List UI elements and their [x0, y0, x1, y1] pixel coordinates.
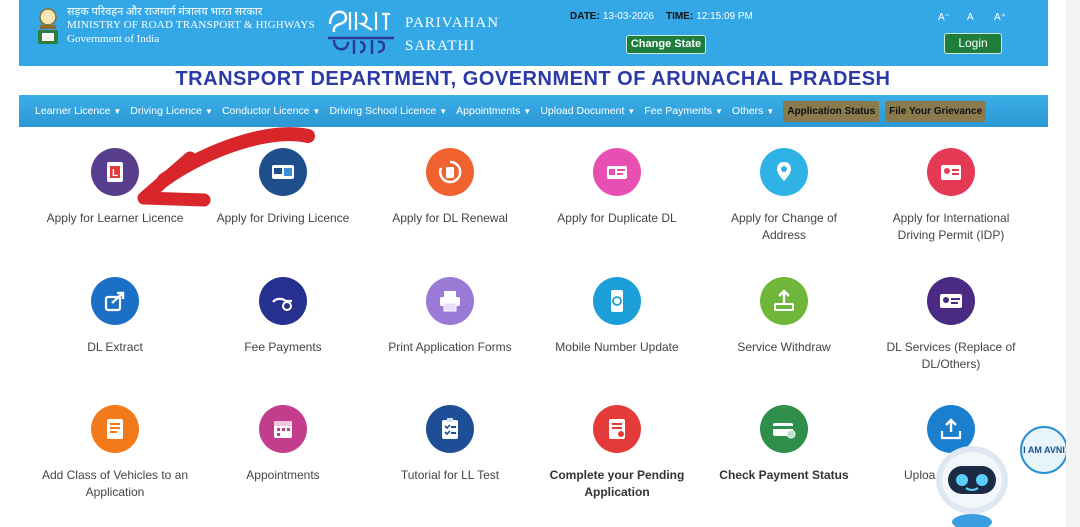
pending-application-icon: [593, 405, 641, 453]
tile-label: Appointments: [246, 468, 320, 482]
chatbot-avatar-icon[interactable]: [932, 428, 1012, 527]
fee-payments-icon: [259, 277, 307, 325]
change-state-button[interactable]: Change State: [626, 35, 706, 54]
tile-label: Service Withdraw: [737, 340, 831, 354]
scrollbar[interactable]: [1066, 0, 1080, 527]
nav-label: Conductor Licence: [221, 105, 310, 117]
page-title: TRANSPORT DEPARTMENT, GOVERNMENT OF ARUN…: [175, 68, 891, 90]
dl-renewal-icon: [426, 148, 474, 196]
nav-label: Driving School Licence: [329, 105, 437, 117]
file-grievance-button[interactable]: File Your Grievance: [885, 100, 987, 122]
page: सड़क परिवहन और राजमार्ग मंत्रालय भारत सर…: [0, 0, 1080, 527]
caret-down-icon: ▼: [439, 107, 448, 116]
tile-label: Complete your Pending Application: [549, 468, 685, 499]
nav-learner-licence[interactable]: Learner Licence ▼: [35, 105, 121, 117]
ministry-block: सड़क परिवहन और राजमार्ग मंत्रालय भारत सर…: [67, 6, 315, 46]
nav-label: Driving Licence: [130, 105, 203, 117]
tile-mobile-update[interactable]: Mobile Number Update: [542, 277, 692, 356]
brand-text: PARIVAHAN SARATHI: [405, 12, 499, 58]
caret-down-icon: ▼: [766, 107, 775, 116]
caret-down-icon: ▼: [627, 107, 636, 116]
nav-appointments[interactable]: Appointments ▼: [456, 105, 531, 117]
annotation-arrow-icon: [137, 127, 315, 207]
caret-down-icon: ▼: [312, 107, 321, 116]
caret-down-icon: ▼: [714, 107, 723, 116]
tile-label: Apply for Change of Address: [730, 211, 838, 242]
nav-others[interactable]: Others ▼: [732, 105, 774, 117]
time-value: 12:15:09 PM: [696, 11, 753, 22]
tile-label: DL Extract: [87, 340, 143, 354]
print-icon: [426, 277, 474, 325]
government-of-india: Government of India: [67, 33, 160, 45]
site-header: सड़क परिवहन और राजमार्ग मंत्रालय भारत सर…: [19, 0, 1048, 66]
tile-fee-payments[interactable]: Fee Payments: [208, 277, 358, 356]
date-value: 13-03-2026: [602, 11, 654, 22]
tile-pending-application[interactable]: Complete your Pending Application: [542, 405, 692, 501]
nav-conductor-licence[interactable]: Conductor Licence ▼: [222, 105, 320, 117]
duplicate-dl-icon: [593, 148, 641, 196]
caret-down-icon: ▼: [523, 107, 532, 116]
time-label: TIME:: [665, 11, 694, 22]
tile-label: Apply for Duplicate DL: [557, 211, 677, 225]
tile-duplicate-dl[interactable]: Apply for Duplicate DL: [542, 148, 692, 227]
font-increase-button[interactable]: A⁺: [994, 12, 1006, 23]
tile-label: Fee Payments: [244, 340, 322, 354]
font-decrease-button[interactable]: A⁻: [938, 12, 950, 23]
tutorial-icon: [426, 405, 474, 453]
chatbot-bubble[interactable]: I AM AVNI: [1020, 426, 1068, 474]
login-button[interactable]: Login: [944, 33, 1002, 54]
tile-dl-renewal[interactable]: Apply for DL Renewal: [375, 148, 525, 227]
font-normal-button[interactable]: A: [967, 12, 974, 23]
tile-label: Apply for DL Renewal: [392, 211, 508, 225]
date-time: DATE: 13-03-2026 TIME: 12:15:09 PM: [570, 11, 765, 22]
mobile-update-icon: [593, 277, 641, 325]
caret-down-icon: ▼: [205, 107, 213, 116]
dl-services-icon: [927, 277, 975, 325]
add-class-icon: [91, 405, 139, 453]
nav-label: Upload Document: [540, 105, 625, 117]
sarathi-logo-icon[interactable]: [324, 2, 400, 56]
caret-down-icon: ▼: [113, 107, 122, 116]
service-withdraw-icon: [760, 277, 808, 325]
idp-icon: [927, 148, 975, 196]
tile-label: Print Application Forms: [388, 340, 512, 354]
brand-line-1: PARIVAHAN: [405, 15, 500, 31]
nav-label: Fee Payments: [644, 105, 712, 117]
nav-driving-school-licence[interactable]: Driving School Licence ▼: [329, 105, 447, 117]
brand-line-2: SARATHI: [405, 38, 476, 54]
tile-label: Tutorial for LL Test: [400, 468, 500, 482]
tile-dl-extract[interactable]: DL Extract: [40, 277, 190, 356]
tile-label: Mobile Number Update: [555, 340, 679, 354]
dl-extract-icon: [91, 277, 139, 325]
application-status-button[interactable]: Application Status: [783, 100, 880, 122]
tile-print-forms[interactable]: Print Application Forms: [375, 277, 525, 356]
tile-label: Apply for International Driving Permit (…: [892, 211, 1010, 242]
date-label: DATE:: [570, 11, 600, 22]
change-address-icon: [760, 148, 808, 196]
nav-label: Others: [731, 105, 764, 117]
national-emblem-icon: [38, 8, 58, 44]
tile-add-class[interactable]: Add Class of Vehicles to an Application: [40, 405, 190, 501]
tile-appointments[interactable]: Appointments: [208, 405, 358, 484]
tile-label: Check Payment Status: [719, 468, 849, 482]
nav-label: Learner Licence: [35, 105, 111, 117]
nav-upload-document[interactable]: Upload Document ▼: [540, 105, 635, 117]
nav-driving-licence[interactable]: Driving Licence ▼: [130, 105, 213, 117]
tile-service-withdraw[interactable]: Service Withdraw: [709, 277, 859, 356]
tile-change-address[interactable]: Apply for Change of Address: [709, 148, 859, 244]
svg-text:L: L: [112, 168, 118, 179]
appointments-icon: [259, 405, 307, 453]
tile-label: DL Services (Replace of DL/Others): [886, 340, 1016, 371]
tile-idp[interactable]: Apply for International Driving Permit (…: [876, 148, 1026, 244]
tile-payment-status[interactable]: Check Payment Status: [709, 405, 859, 484]
tile-label: Add Class of Vehicles to an Application: [41, 468, 189, 499]
payment-status-icon: [760, 405, 808, 453]
ministry-hindi: सड़क परिवहन और राजमार्ग मंत्रालय भारत सर…: [67, 6, 263, 18]
ministry-english: MINISTRY OF ROAD TRANSPORT & HIGHWAYS: [67, 19, 315, 31]
nav-label: Appointments: [456, 105, 521, 117]
tile-dl-services[interactable]: DL Services (Replace of DL/Others): [876, 277, 1026, 373]
nav-fee-payments[interactable]: Fee Payments ▼: [644, 105, 723, 117]
tile-tutorial[interactable]: Tutorial for LL Test: [375, 405, 525, 484]
